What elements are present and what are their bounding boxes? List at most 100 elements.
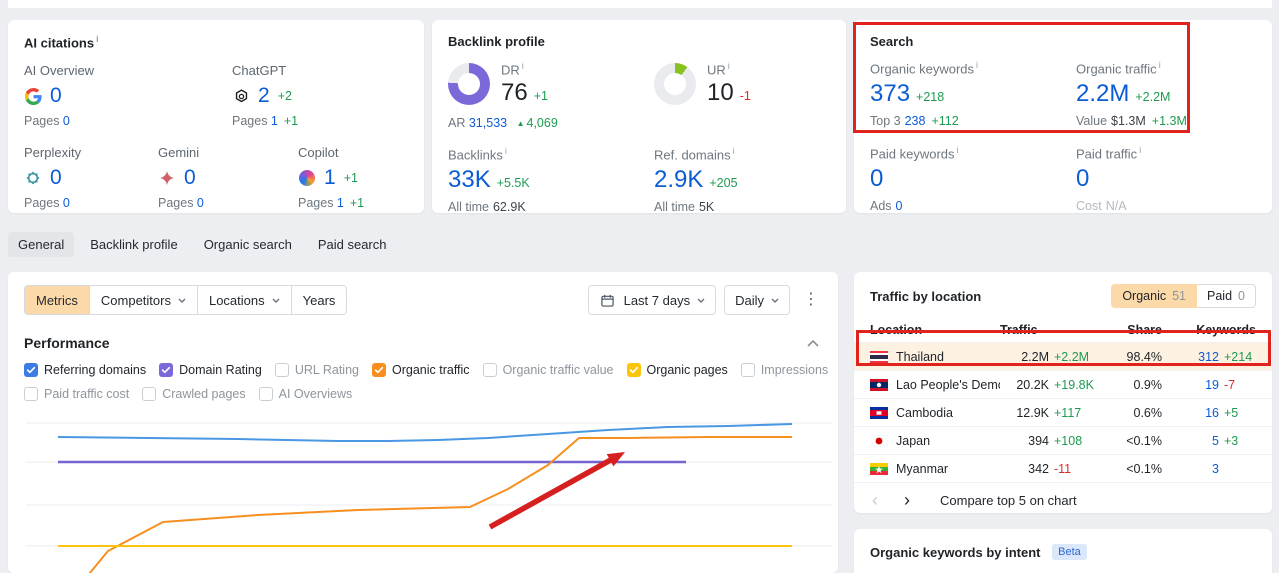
ai-citation-count[interactable]: 0 (50, 166, 62, 190)
backlinks-delta: +5.5K (496, 176, 530, 191)
ai-citations-items: AI Overview 0 Pages 0 ChatGPT 2 +2 Pages 1 +1 P… (24, 63, 408, 210)
traffic-delta: -11 (1054, 461, 1072, 476)
country-name[interactable]: Cambodia (896, 406, 953, 420)
ref-domains-delta: +205 (709, 176, 738, 191)
location-row-japan[interactable]: Japan 394 +108 <0.1% 5 +3 (854, 426, 1272, 454)
ai-citations-title: AI citations (24, 34, 408, 50)
keywords-value[interactable]: 16 (1205, 406, 1219, 420)
tab-organic-search[interactable]: Organic search (194, 232, 302, 257)
keywords-value[interactable]: 312 (1198, 350, 1219, 364)
backlinks-value[interactable]: 33K (448, 166, 491, 193)
paid-traffic-value[interactable]: 0 (1076, 165, 1089, 192)
filter-locations[interactable]: Locations (196, 286, 291, 314)
ai-citation-count[interactable]: 0 (184, 166, 196, 190)
checkbox-box-icon (274, 363, 289, 377)
alltime-value: 5K (698, 199, 715, 214)
country-name[interactable]: Thailand (896, 350, 944, 364)
country-name[interactable]: Myanmar (896, 462, 948, 476)
ai-citation-count[interactable]: 1 (324, 166, 336, 190)
filter-metrics[interactable]: Metrics (25, 286, 89, 314)
backlinks-block: Backlinks 33K +5.5K All time62.9K (448, 146, 654, 214)
organic-traffic-block: Organic traffic 2.2M +2.2M Value$1.3M +1.3… (1076, 60, 1256, 128)
paid-keywords-value[interactable]: 0 (870, 165, 883, 192)
info-icon (728, 61, 730, 71)
collapse-chevron-icon[interactable] (804, 334, 822, 352)
share-cell: <0.1% (1126, 433, 1162, 448)
ar-value[interactable]: 31,533 (469, 116, 507, 130)
compare-top5-link[interactable]: Compare top 5 on chart (940, 493, 1077, 508)
filter-years[interactable]: Years (290, 286, 347, 314)
tab-backlink-profile[interactable]: Backlink profile (80, 232, 187, 257)
ai-citation-count[interactable]: 2 (258, 84, 270, 108)
more-options-icon[interactable]: ⋮ (798, 292, 824, 308)
keywords-value[interactable]: 19 (1205, 378, 1219, 392)
location-row-thailand[interactable]: Thailand 2.2M +2.2M 98.4% 312 +214 (854, 342, 1272, 370)
alltime-value: 62.9K (492, 199, 526, 214)
keywords-value[interactable]: 3 (1212, 462, 1219, 476)
pages-label: Pages (24, 196, 63, 211)
granularity-label: Daily (735, 292, 764, 308)
share-cell: 0.6% (1133, 405, 1163, 420)
country-name[interactable]: Japan (896, 434, 930, 448)
checkbox-impressions[interactable]: Impressions (740, 363, 829, 377)
filter-label: Metrics (36, 292, 78, 308)
pages-delta: +1 (283, 114, 299, 129)
next-page-icon[interactable]: › (902, 491, 912, 509)
paid-toggle-button[interactable]: Paid 0 (1197, 284, 1256, 308)
location-row-myanmar[interactable]: Myanmar 342 -11 <0.1% 3 (854, 454, 1272, 482)
ai-source-label: Gemini (158, 145, 200, 161)
organic-toggle-button[interactable]: Organic 51 (1111, 284, 1198, 308)
ads-value[interactable]: 0 (896, 199, 903, 213)
checkbox-organic-pages[interactable]: Organic pages (626, 363, 728, 377)
location-table-header: Location Traffic Share Keywords (854, 318, 1272, 342)
checkbox-label: Impressions (760, 363, 829, 377)
prev-page-icon[interactable]: ‹ (870, 491, 880, 509)
checkbox-url-rating[interactable]: URL Rating (274, 363, 359, 377)
checkbox-referring-domains[interactable]: Referring domains (24, 363, 146, 377)
top3-value[interactable]: 238 (905, 114, 926, 128)
organic-traffic-delta: +2.2M (1135, 90, 1171, 105)
filter-competitors[interactable]: Competitors (88, 286, 197, 314)
tab-paid-search[interactable]: Paid search (308, 232, 397, 257)
checkbox-domain-rating[interactable]: Domain Rating (159, 363, 262, 377)
value-delta: +1.3M (1151, 113, 1187, 128)
ai-citation-count[interactable]: 0 (50, 84, 62, 108)
checkbox-organic-traffic-value[interactable]: Organic traffic value (482, 363, 614, 377)
organic-traffic-value[interactable]: 2.2M (1076, 80, 1129, 107)
keywords-by-intent-card: Organic keywords by intent Beta (854, 529, 1272, 573)
pages-count[interactable]: 0 (197, 196, 204, 210)
checkbox-box-icon (159, 363, 174, 377)
ref-domains-block: Ref. domains 2.9K +205 All time5K (654, 146, 830, 214)
flag-icon (870, 378, 888, 391)
pages-count[interactable]: 1 (337, 196, 344, 210)
traffic-delta: +2.2M (1054, 349, 1090, 364)
date-range-button[interactable]: Last 7 days (587, 285, 717, 315)
cost-value: N/A (1105, 198, 1127, 213)
organic-keywords-value[interactable]: 373 (870, 80, 910, 107)
flag-icon (870, 434, 888, 447)
granularity-button[interactable]: Daily (724, 285, 790, 315)
pages-count[interactable]: 0 (63, 196, 70, 210)
location-row-lao-people-s-democratic-reput[interactable]: Lao People's Democratic Reput 20.2K +19.8K… (854, 370, 1272, 398)
pages-count[interactable]: 1 (271, 114, 278, 128)
country-name[interactable]: Lao People's Democratic Reput (896, 378, 1000, 392)
checkbox-box-icon (740, 363, 755, 377)
ai-citations-card: AI citations AI Overview0Pages 0ChatGPT2… (8, 20, 424, 213)
organic-count: 51 (1172, 289, 1187, 303)
keywords-value[interactable]: 5 (1212, 434, 1219, 448)
previous-card-edge (8, 0, 1272, 8)
flag-icon (870, 406, 888, 419)
keywords-delta: +3 (1224, 433, 1239, 448)
checkbox-organic-traffic[interactable]: Organic traffic (371, 363, 470, 377)
chevron-down-icon (272, 291, 280, 309)
ref-domains-value[interactable]: 2.9K (654, 166, 703, 193)
pages-label: Pages (158, 196, 197, 211)
tab-general[interactable]: General (8, 232, 75, 257)
location-row-cambodia[interactable]: Cambodia 12.9K +117 0.6% 16 +5 (854, 398, 1272, 426)
ai-source-label: AI Overview (24, 63, 95, 79)
pages-count[interactable]: 0 (63, 114, 70, 128)
annotation-arrow-shaft (488, 456, 615, 530)
dr-label: DR (501, 62, 520, 78)
share-cell: <0.1% (1126, 461, 1162, 476)
paid-traffic-label: Paid traffic (1076, 146, 1138, 162)
